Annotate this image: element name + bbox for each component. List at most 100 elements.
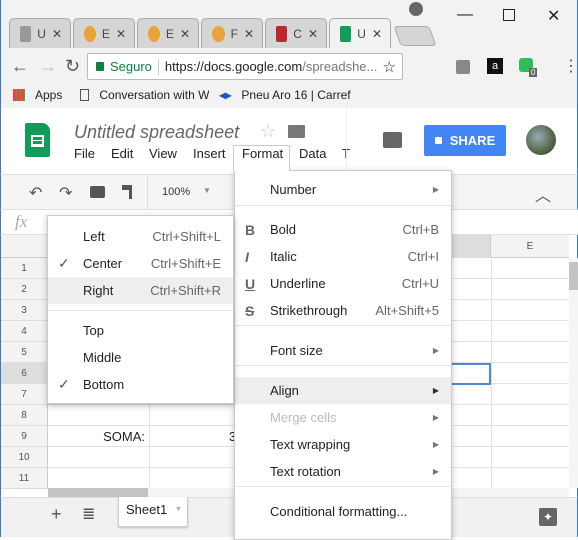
bookmark-conversation[interactable]: Conversation with W — [99, 88, 209, 102]
url-path: /spreadshe... — [302, 59, 377, 74]
format-menu-item-number[interactable]: Number ▶ — [235, 176, 451, 203]
browser-tab[interactable]: E ✕ — [73, 18, 135, 48]
address-bar[interactable]: Seguro https://docs.google.com/spreadshe… — [87, 53, 403, 80]
format-menu-item-text-rotation[interactable]: Text rotation ▶ — [235, 458, 451, 485]
chevron-down-icon[interactable]: ▼ — [175, 506, 182, 513]
menu-item-label: Bottom — [83, 377, 125, 392]
share-label: SHARE — [449, 133, 496, 148]
row-header[interactable]: 6 — [1, 363, 48, 384]
shopping-bag-icon[interactable] — [456, 60, 470, 74]
row-header[interactable]: 2 — [1, 279, 48, 300]
format-menu-item-strikethrough[interactable]: S Strikethrough Alt+Shift+5 — [235, 297, 451, 324]
browser-tab[interactable]: F ✕ — [201, 18, 263, 48]
doc-title[interactable]: Untitled spreadsheet — [74, 122, 239, 143]
bookmark-star-icon[interactable]: ☆ — [383, 58, 396, 76]
close-window-button[interactable]: ✕ — [547, 6, 560, 26]
browser-tab[interactable]: C ✕ — [265, 18, 327, 48]
bookmark-apps[interactable]: Apps — [35, 88, 62, 102]
comments-icon[interactable] — [383, 132, 402, 148]
menu-insert[interactable]: Insert — [193, 146, 226, 161]
row-header[interactable]: 11 — [1, 468, 48, 489]
explore-icon[interactable]: ✦ — [539, 508, 557, 526]
align-item-middle[interactable]: Middle — [48, 344, 233, 371]
profile-icon[interactable] — [409, 2, 423, 16]
menu-file[interactable]: File — [74, 146, 95, 161]
bookmark-pneu[interactable]: Pneu Aro 16 | Carref — [241, 88, 353, 102]
menu-view[interactable]: View — [149, 146, 177, 161]
amazon-icon[interactable]: a — [487, 58, 503, 74]
collapse-toolbar-icon[interactable]: ︿ — [535, 182, 551, 206]
row-header[interactable]: 5 — [1, 342, 48, 363]
format-menu-item-align[interactable]: Align ▶ — [235, 377, 451, 404]
align-item-top[interactable]: Top — [48, 317, 233, 344]
menu-item-label: Underline — [270, 276, 326, 291]
maximize-button[interactable] — [503, 9, 515, 21]
folder-icon[interactable] — [288, 125, 305, 138]
row-header[interactable]: 9 — [1, 426, 48, 447]
menu-item-label: Center — [83, 256, 123, 271]
menu-edit[interactable]: Edit — [111, 146, 133, 161]
menu-data[interactable]: Data — [299, 146, 326, 161]
chrome-menu-icon[interactable]: ⋮ — [563, 56, 578, 76]
format-menu-item-underline[interactable]: U Underline Ctrl+U — [235, 270, 451, 297]
fx-icon: fx — [15, 212, 28, 231]
share-button[interactable]: SHARE — [424, 125, 506, 156]
menu-item-shortcut: Ctrl+I — [407, 249, 439, 264]
divider — [147, 175, 148, 209]
menu-separator — [235, 365, 451, 366]
close-tab-icon[interactable]: ✕ — [52, 27, 62, 41]
row-header[interactable]: 10 — [1, 447, 48, 468]
close-tab-icon[interactable]: ✕ — [372, 27, 382, 41]
back-button[interactable]: ← — [11, 56, 29, 77]
paint-format-icon[interactable] — [122, 185, 132, 199]
add-sheet-icon[interactable]: + — [51, 504, 62, 525]
secure-label: Seguro — [109, 59, 152, 74]
row-header[interactable]: 3 — [1, 300, 48, 321]
sheet-tab-sheet1[interactable]: Sheet1 ▼ — [118, 497, 188, 527]
print-icon[interactable] — [90, 186, 105, 198]
star-icon[interactable]: ☆ — [260, 121, 276, 142]
cell-a9[interactable]: SOMA: — [49, 426, 145, 447]
align-item-center[interactable]: ✓ Center Ctrl+Shift+E — [48, 250, 233, 277]
avatar[interactable] — [526, 125, 556, 155]
close-tab-icon[interactable]: ✕ — [244, 27, 254, 41]
row-header[interactable]: 8 — [1, 405, 48, 426]
column-header-e[interactable]: E — [491, 235, 569, 258]
format-menu: Number ▶ B Bold Ctrl+B I Italic Ctrl+I U Underlin… — [234, 170, 452, 540]
format-menu-item-bold[interactable]: B Bold Ctrl+B — [235, 216, 451, 243]
format-menu-item-text-wrapping[interactable]: Text wrapping ▶ — [235, 431, 451, 458]
redo-icon[interactable]: ↷ — [59, 183, 72, 203]
all-sheets-icon[interactable]: ≣ — [82, 504, 95, 524]
row-header[interactable]: 7 — [1, 384, 48, 405]
menu-format[interactable]: Format — [242, 146, 283, 161]
puzzle-favicon-icon — [148, 25, 160, 42]
format-menu-item-conditional-formatting[interactable]: Conditional formatting... — [235, 498, 451, 525]
format-menu-item-font-size[interactable]: Font size ▶ — [235, 337, 451, 364]
row-header[interactable]: 1 — [1, 258, 48, 279]
format-menu-item-italic[interactable]: I Italic Ctrl+I — [235, 243, 451, 270]
zoom-select[interactable]: 100% — [162, 186, 190, 198]
row-header[interactable]: 4 — [1, 321, 48, 342]
align-item-left[interactable]: Left Ctrl+Shift+L — [48, 223, 233, 250]
sheets-logo[interactable] — [25, 123, 50, 157]
browser-tab[interactable]: E ✕ — [137, 18, 199, 48]
close-tab-icon[interactable]: ✕ — [308, 27, 318, 41]
menu-item-label: Number — [270, 182, 317, 197]
minimize-button[interactable]: — — [457, 6, 473, 24]
menu-item-label: Font size — [270, 343, 323, 358]
url-host: https://docs.google.com — [164, 59, 303, 74]
browser-tab[interactable]: U ✕ — [329, 18, 391, 48]
close-tab-icon[interactable]: ✕ — [116, 27, 126, 41]
align-item-bottom[interactable]: ✓ Bottom — [48, 371, 233, 398]
menu-separator — [48, 310, 233, 311]
reload-button[interactable]: ↻ — [65, 56, 80, 77]
vertical-scrollbar[interactable] — [569, 258, 578, 488]
menu-item-label: Text wrapping — [270, 437, 351, 452]
browser-tab[interactable]: U ✕ — [9, 18, 71, 48]
tab-label: C — [293, 26, 302, 41]
align-item-right[interactable]: Right Ctrl+Shift+R — [48, 277, 233, 304]
new-tab-button[interactable] — [393, 26, 437, 46]
close-tab-icon[interactable]: ✕ — [180, 27, 190, 41]
forward-button[interactable]: → — [39, 56, 57, 77]
undo-icon[interactable]: ↶ — [29, 183, 42, 203]
